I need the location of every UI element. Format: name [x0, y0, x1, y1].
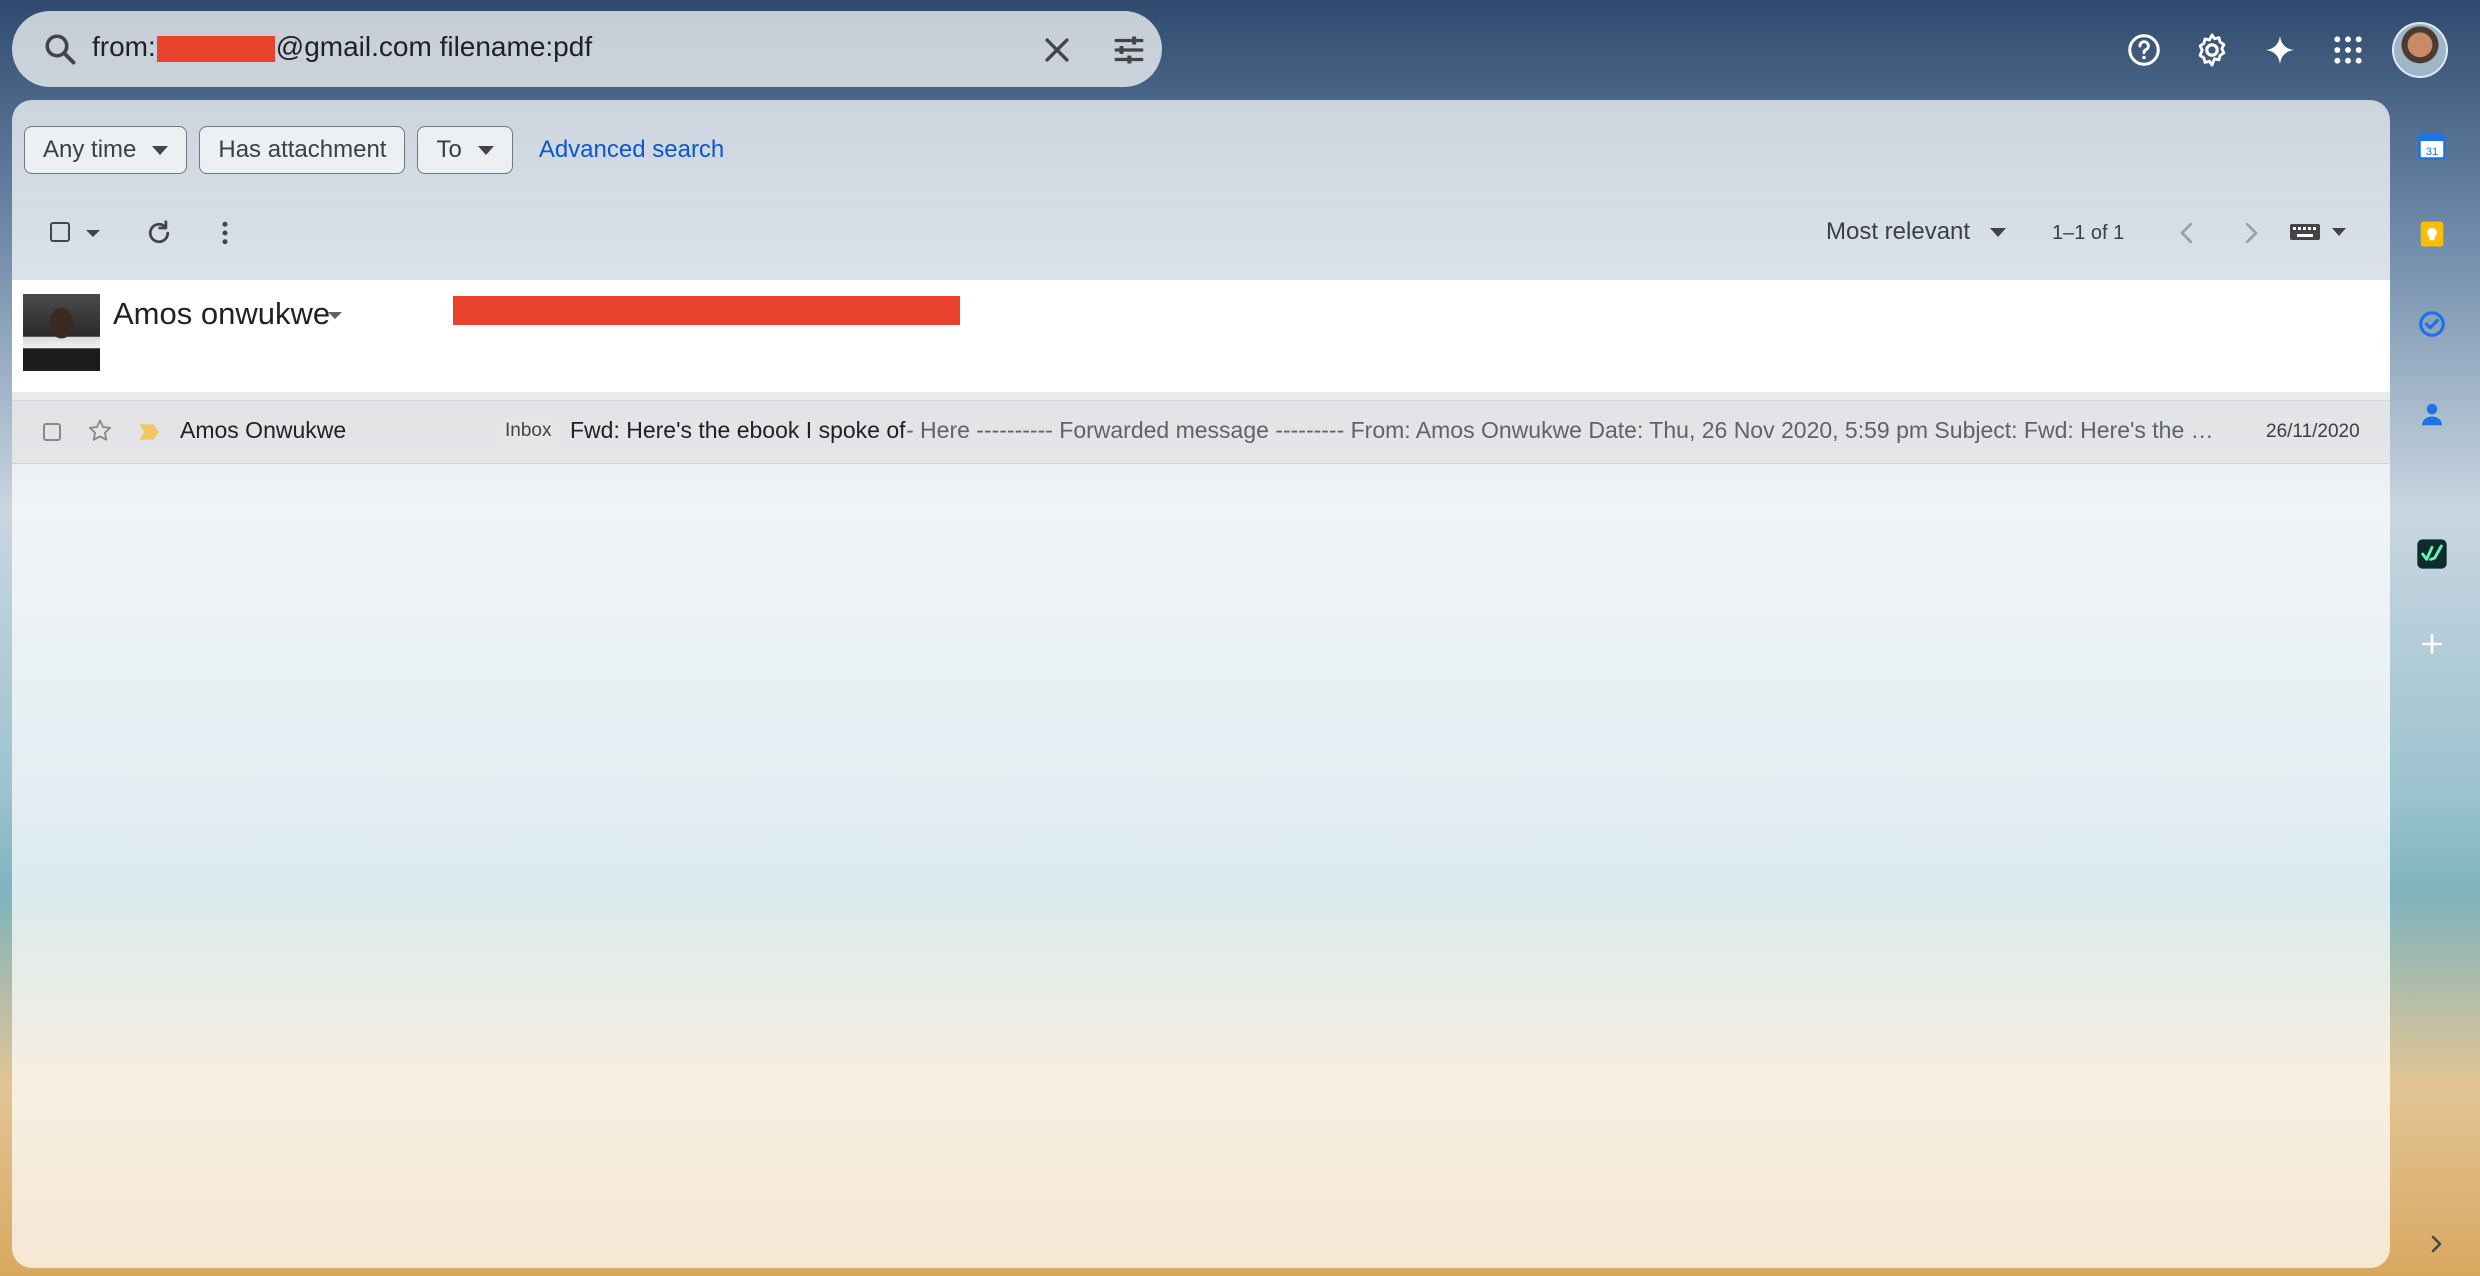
chevron-down-icon — [1990, 228, 2006, 237]
chevron-down-icon — [478, 146, 494, 155]
addon-app-icon[interactable] — [2414, 536, 2450, 572]
email-sender: Amos Onwukwe — [180, 417, 346, 444]
search-input[interactable]: from: @gmail.com filename:pdf — [92, 31, 592, 63]
keep-icon[interactable] — [2414, 216, 2450, 252]
next-page-icon[interactable] — [2236, 218, 2266, 248]
sort-label: Most relevant — [1826, 218, 1970, 246]
redaction-box — [453, 296, 960, 325]
search-icon[interactable] — [42, 31, 78, 67]
has-attachment-label: Has attachment — [218, 136, 386, 164]
expand-side-panel-icon[interactable] — [2424, 1232, 2448, 1256]
top-right-icons — [2120, 22, 2448, 78]
previous-page-icon[interactable] — [2172, 218, 2202, 248]
contacts-icon[interactable] — [2414, 396, 2450, 432]
help-icon[interactable] — [2120, 26, 2168, 74]
calendar-day-number: 31 — [2426, 146, 2439, 158]
more-options-icon[interactable] — [210, 218, 240, 248]
search-results-panel: Any time Has attachment To Advanced sear… — [12, 100, 2390, 1268]
email-subject: Fwd: Here's the ebook I spoke of — [570, 417, 906, 444]
calendar-icon[interactable]: 31 — [2414, 128, 2450, 164]
important-marker-icon[interactable] — [136, 419, 162, 445]
search-query-prefix: from: — [92, 31, 156, 62]
tasks-icon[interactable] — [2414, 306, 2450, 342]
has-attachment-filter[interactable]: Has attachment — [199, 126, 405, 174]
list-toolbar: Most relevant 1–1 of 1 — [24, 206, 2378, 262]
apps-grid-icon[interactable] — [2324, 26, 2372, 74]
any-time-label: Any time — [43, 136, 136, 164]
add-addon-icon[interactable] — [2414, 626, 2450, 662]
redaction-box — [157, 36, 275, 62]
email-row[interactable]: Amos Onwukwe Inbox Fwd: Here's the ebook… — [12, 400, 2390, 464]
keyboard-icon — [2288, 220, 2322, 244]
star-icon[interactable] — [86, 417, 114, 445]
search-filter-chips: Any time Has attachment To Advanced sear… — [24, 126, 724, 174]
sort-dropdown[interactable]: Most relevant — [1826, 218, 2006, 246]
any-time-filter[interactable]: Any time — [24, 126, 187, 174]
inbox-label-badge[interactable]: Inbox — [498, 417, 558, 445]
email-snippet: - Here ---------- Forwarded message ----… — [906, 417, 2224, 444]
contact-card[interactable]: Amos onwukwe — [12, 280, 2390, 392]
search-options-icon[interactable] — [1110, 31, 1148, 69]
gemini-sparkle-icon[interactable] — [2256, 26, 2304, 74]
to-label: To — [436, 136, 461, 164]
advanced-search-link[interactable]: Advanced search — [539, 136, 724, 164]
search-bar[interactable]: from: @gmail.com filename:pdf — [12, 11, 1162, 87]
contact-photo — [23, 294, 100, 371]
select-options-chevron-icon[interactable] — [86, 230, 100, 237]
input-tools-toggle[interactable] — [2288, 220, 2346, 244]
result-count: 1–1 of 1 — [2052, 222, 2124, 245]
chevron-down-icon — [2332, 228, 2346, 236]
email-date: 26/11/2020 — [2266, 421, 2360, 443]
contact-menu-chevron-icon[interactable] — [328, 312, 342, 319]
refresh-icon[interactable] — [144, 218, 174, 248]
contact-name[interactable]: Amos onwukwe — [113, 296, 330, 332]
to-filter[interactable]: To — [417, 126, 512, 174]
settings-gear-icon[interactable] — [2188, 26, 2236, 74]
search-query-suffix: @gmail.com filename:pdf — [276, 31, 592, 62]
row-checkbox[interactable] — [43, 423, 61, 441]
clear-search-icon[interactable] — [1040, 33, 1074, 67]
account-avatar[interactable] — [2392, 22, 2448, 78]
chevron-down-icon — [152, 146, 168, 155]
select-all-checkbox[interactable] — [50, 222, 70, 242]
